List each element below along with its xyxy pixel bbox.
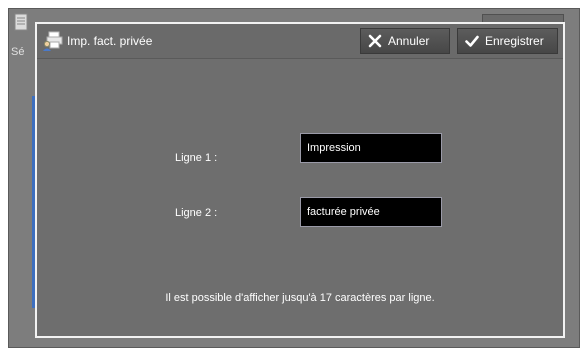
background-sub-label: Sé	[11, 46, 25, 58]
dialog-title: Imp. fact. privée	[67, 34, 153, 48]
dialog-header: Imp. fact. privée Annuler Enregistrer	[37, 24, 563, 59]
private-charge-print-dialog: Imp. fact. privée Annuler Enregistrer Li…	[35, 22, 565, 338]
line1-label: Ligne 1 :	[175, 152, 218, 164]
save-button[interactable]: Enregistrer	[457, 28, 558, 54]
character-limit-hint: Il est possible d'afficher jusqu'à 17 ca…	[165, 292, 435, 304]
line2-input[interactable]: facturée privée	[300, 197, 442, 227]
printer-user-icon	[42, 30, 64, 52]
checkmark-icon	[465, 34, 479, 48]
dialog-body: Ligne 1 : Impression Ligne 2 : facturée …	[37, 59, 563, 336]
cancel-button[interactable]: Annuler	[360, 28, 450, 54]
cancel-button-label: Annuler	[388, 34, 430, 48]
line2-label: Ligne 2 :	[175, 207, 218, 219]
line1-input[interactable]: Impression	[300, 133, 442, 163]
save-button-label: Enregistrer	[485, 34, 544, 48]
document-icon	[12, 13, 32, 33]
close-x-icon	[368, 34, 382, 48]
